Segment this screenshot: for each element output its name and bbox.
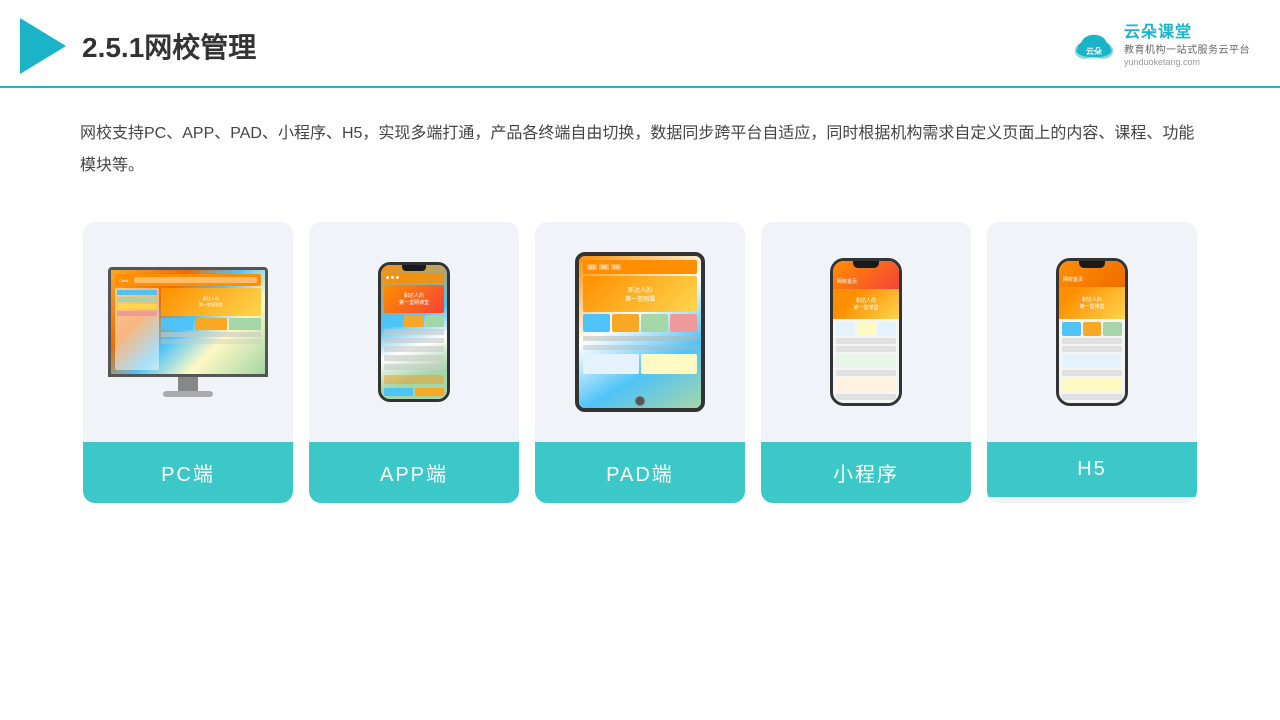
- phone-grid: [384, 315, 444, 327]
- brand-logo: 云朵 云朵课堂 教育机构一站式服务云平台 yunduoketang.com: [1070, 23, 1250, 68]
- phone-banner: 职达人的第一堂网课堂: [384, 285, 444, 313]
- h5-phone-notch: [1079, 261, 1105, 268]
- mini-phone-banner: 职达人的第一堂课堂: [833, 289, 899, 319]
- tablet-topbar: 首页 课程 我的: [583, 260, 697, 274]
- brand-url: yunduoketang.com: [1124, 57, 1250, 69]
- tablet-banner: 职达人的第一堂网课: [583, 276, 697, 312]
- mini-phone-content: [833, 319, 899, 403]
- mini-phone-screen: 网校首页 职达人的第一堂课堂: [833, 261, 899, 403]
- card-pad-label: PAD端: [535, 442, 745, 503]
- card-pad: 首页 课程 我的 职达人的第一堂网课: [535, 222, 745, 503]
- card-h5-image: 网校首页 职达人的第一堂课堂: [987, 222, 1197, 442]
- h5-phone-screen: 网校首页 职达人的第一堂课堂: [1059, 261, 1125, 403]
- card-app: 职达人的第一堂网课堂: [309, 222, 519, 503]
- tablet-screen: 首页 课程 我的 职达人的第一堂网课: [579, 256, 701, 408]
- h5-phone-banner: 职达人的第一堂课堂: [1059, 287, 1125, 319]
- card-pc-label: PC端: [83, 442, 293, 503]
- tablet-mockup: 首页 课程 我的 职达人的第一堂网课: [575, 252, 705, 412]
- monitor-screen: Ctest 职达人的第: [108, 267, 268, 377]
- phone-header: [384, 273, 444, 283]
- phone-notch: [402, 265, 426, 271]
- tablet-home-button: [635, 396, 645, 406]
- page-title: 2.5.1网校管理: [82, 26, 256, 66]
- card-miniprogram-label: 小程序: [761, 442, 971, 503]
- logo-triangle-icon: [20, 18, 66, 74]
- brand-tagline: 教育机构一站式服务云平台: [1124, 44, 1250, 57]
- monitor-screen-inner: Ctest 职达人的第: [111, 270, 265, 374]
- phone-screen: 职达人的第一堂网课堂: [381, 265, 447, 399]
- card-miniprogram: 网校首页 职达人的第一堂课堂: [761, 222, 971, 503]
- mini-phone-notch: [853, 261, 879, 268]
- header-left: 2.5.1网校管理: [20, 18, 256, 74]
- card-pc: Ctest 职达人的第: [83, 222, 293, 503]
- card-pc-image: Ctest 职达人的第: [83, 222, 293, 442]
- card-h5: 网校首页 职达人的第一堂课堂: [987, 222, 1197, 503]
- description-text: 网校支持PC、APP、PAD、小程序、H5，实现多端打通，产品各终端自由切换，数…: [0, 88, 1280, 202]
- monitor-base: [163, 391, 213, 397]
- header-right: 云朵 云朵课堂 教育机构一站式服务云平台 yunduoketang.com: [1070, 23, 1250, 68]
- mini-phone-mockup: 网校首页 职达人的第一堂课堂: [830, 258, 902, 406]
- monitor-stand: [178, 377, 198, 391]
- card-pad-image: 首页 课程 我的 职达人的第一堂网课: [535, 222, 745, 442]
- tablet-cards: [583, 314, 697, 332]
- h5-phone-mockup: 网校首页 职达人的第一堂课堂: [1056, 258, 1128, 406]
- card-app-label: APP端: [309, 442, 519, 503]
- card-miniprogram-image: 网校首页 职达人的第一堂课堂: [761, 222, 971, 442]
- phone-mockup-app: 职达人的第一堂网课堂: [378, 262, 450, 402]
- cards-container: Ctest 职达人的第: [0, 202, 1280, 533]
- brand-text: 云朵课堂 教育机构一站式服务云平台 yunduoketang.com: [1124, 23, 1250, 68]
- card-app-image: 职达人的第一堂网课堂: [309, 222, 519, 442]
- monitor-mockup: Ctest 职达人的第: [108, 267, 268, 397]
- svg-text:云朵: 云朵: [1086, 46, 1102, 56]
- card-h5-label: H5: [987, 442, 1197, 497]
- cloud-icon: 云朵: [1070, 28, 1118, 64]
- header: 2.5.1网校管理 云朵 云朵课堂 教育机构一站式服务云平台 yunduoket…: [0, 0, 1280, 88]
- h5-phone-content: [1059, 319, 1125, 403]
- brand-name: 云朵课堂: [1124, 23, 1250, 44]
